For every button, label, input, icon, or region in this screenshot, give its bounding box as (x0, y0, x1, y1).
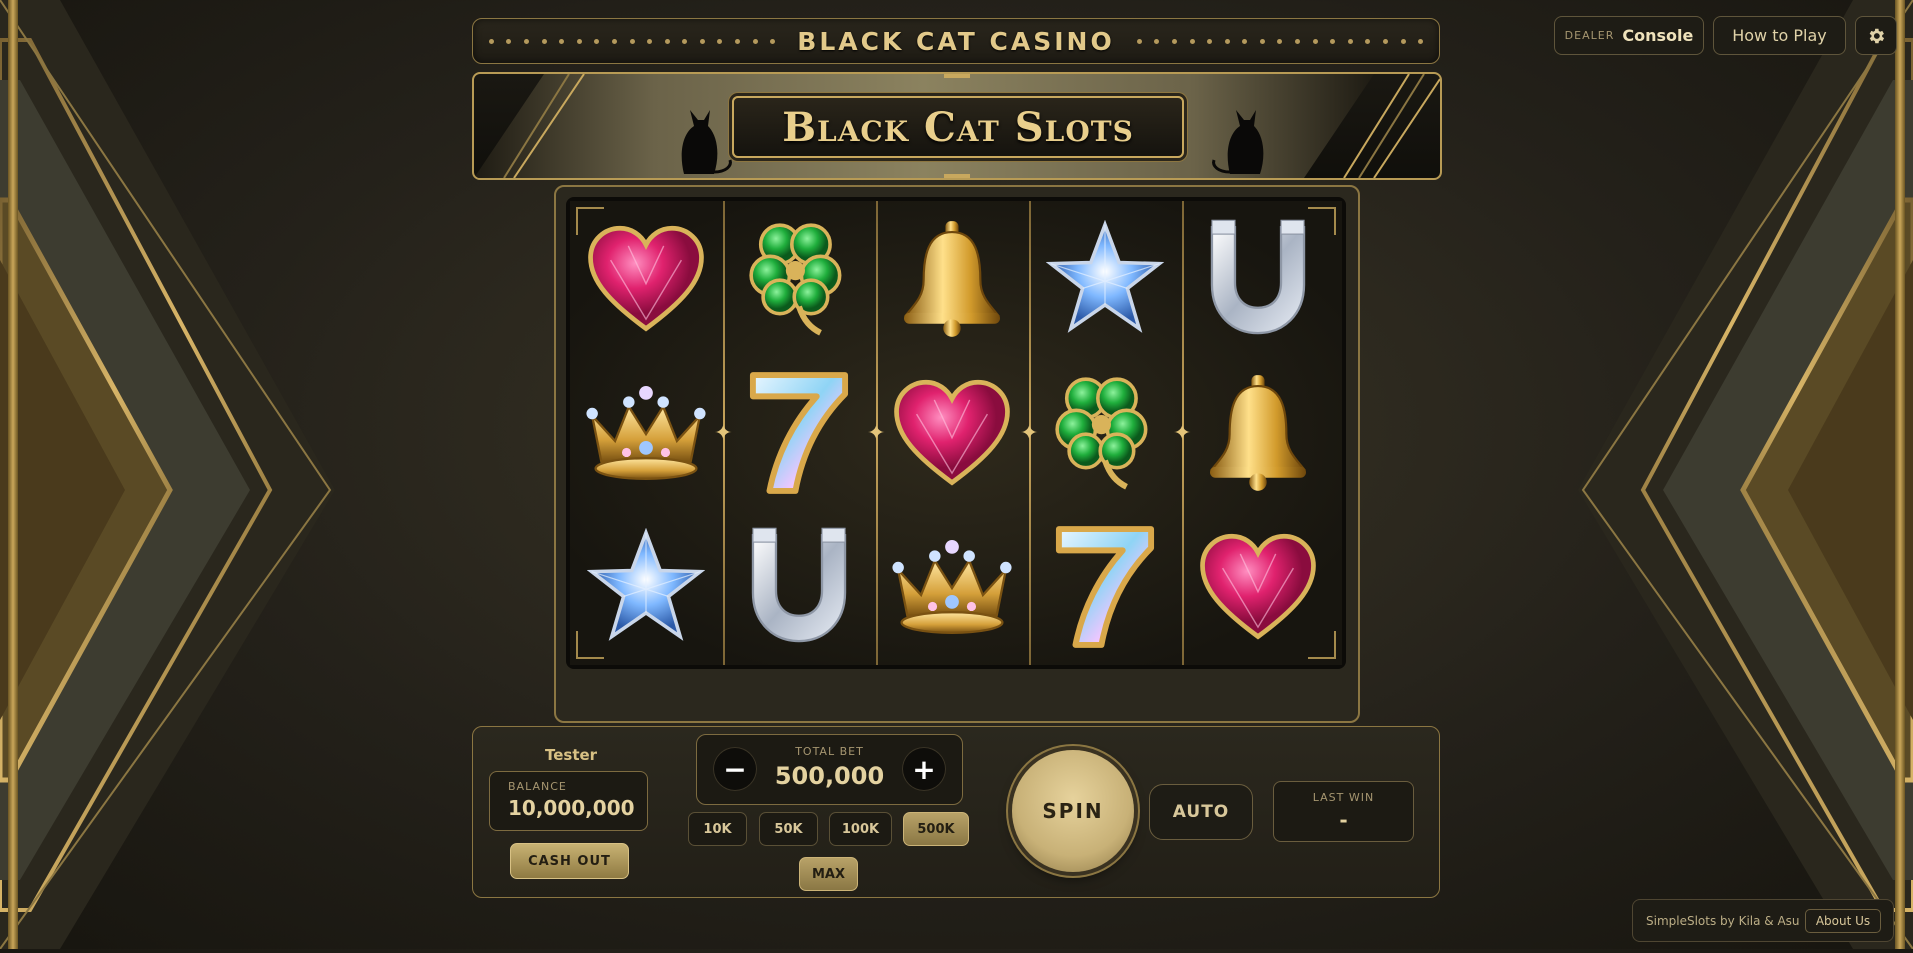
clover-icon (1055, 377, 1148, 490)
seven-icon (749, 372, 849, 494)
reel-cell-heart (876, 357, 1028, 509)
reel-grid: ✦ ✦ ✦ ✦ (566, 197, 1346, 669)
credit-text: SimpleSlots by Kila & Asu (1646, 913, 1800, 928)
header-dots-left (488, 38, 776, 44)
star-icon (587, 528, 705, 641)
auto-spin-button[interactable]: AUTO (1149, 784, 1253, 840)
reel-cell-heart (1182, 511, 1334, 663)
header-dots-right (1136, 38, 1424, 44)
slots-banner: Black Cat Slots (472, 72, 1442, 180)
last-win-display: LAST WIN - (1273, 781, 1414, 842)
crown-icon (892, 540, 1012, 634)
bet-chip-100k[interactable]: 100K (829, 812, 892, 846)
how-to-play-button[interactable]: How to Play (1713, 16, 1846, 55)
horseshoe-icon (751, 527, 847, 643)
bet-chip-500k[interactable]: 500K (903, 812, 969, 846)
reel-cell-crown (570, 357, 722, 509)
dealer-console-button[interactable]: DEALER Console (1554, 16, 1704, 55)
reel-cell-clover (1029, 357, 1181, 509)
bell-icon (903, 221, 1001, 337)
reel-cell-star (1029, 203, 1181, 355)
star-icon (1046, 220, 1164, 333)
left-edge-bar (8, 0, 18, 949)
cash-out-button[interactable]: CASH OUT (510, 843, 629, 879)
reel-cell-seven (1029, 511, 1181, 663)
left-chevron-decoration (0, 0, 340, 950)
bet-max-button[interactable]: MAX (799, 857, 858, 891)
title-plaque: Black Cat Slots (732, 96, 1184, 158)
reel-cell-clover (723, 203, 875, 355)
spin-button[interactable]: SPIN (1012, 750, 1134, 872)
reel-cell-star (570, 511, 722, 663)
dealer-prefix: DEALER (1564, 29, 1615, 42)
reel-cell-horseshoe (723, 511, 875, 663)
heart-icon (1200, 533, 1316, 640)
player-name: Tester (545, 746, 598, 764)
reel-cell-heart (570, 203, 722, 355)
gear-icon (1869, 28, 1885, 43)
horseshoe-icon (1210, 219, 1306, 335)
casino-title: BLACK CAT CASINO (797, 26, 1115, 56)
right-chevron-decoration (1573, 0, 1913, 950)
right-edge-bar (1895, 0, 1905, 949)
bell-icon (1209, 375, 1307, 491)
reel-cell-horseshoe (1182, 203, 1334, 355)
seven-icon (1055, 526, 1155, 648)
reel-cell-seven (723, 357, 875, 509)
settings-button[interactable] (1855, 16, 1897, 55)
heart-icon (588, 225, 704, 332)
casino-header: BLACK CAT CASINO (472, 18, 1440, 64)
reel-cell-crown (876, 511, 1028, 663)
clover-icon (749, 223, 842, 336)
reel-cell-bell (876, 203, 1028, 355)
last-win-label: LAST WIN (1312, 791, 1375, 804)
footer-credits: SimpleSlots by Kila & Asu About Us (1632, 899, 1894, 942)
bet-chip-50k[interactable]: 50K (759, 812, 818, 846)
balance-display: BALANCE 10,000,000 (489, 771, 648, 831)
balance-value: 10,000,000 (508, 796, 635, 820)
increase-bet-button[interactable]: + (902, 747, 946, 791)
dealer-console-label: Console (1622, 26, 1694, 45)
crown-icon (586, 386, 706, 480)
slots-title: Black Cat Slots (782, 103, 1134, 151)
balance-label: BALANCE (508, 780, 567, 793)
heart-icon (894, 379, 1010, 486)
slot-machine: ✦ ✦ ✦ ✦ (554, 185, 1360, 723)
last-win-value: - (1339, 808, 1348, 832)
about-us-button[interactable]: About Us (1805, 909, 1881, 933)
reel-cell-bell (1182, 357, 1334, 509)
total-bet-control: − TOTAL BET 500,000 + (696, 734, 963, 805)
bet-chip-10k[interactable]: 10K (688, 812, 747, 846)
